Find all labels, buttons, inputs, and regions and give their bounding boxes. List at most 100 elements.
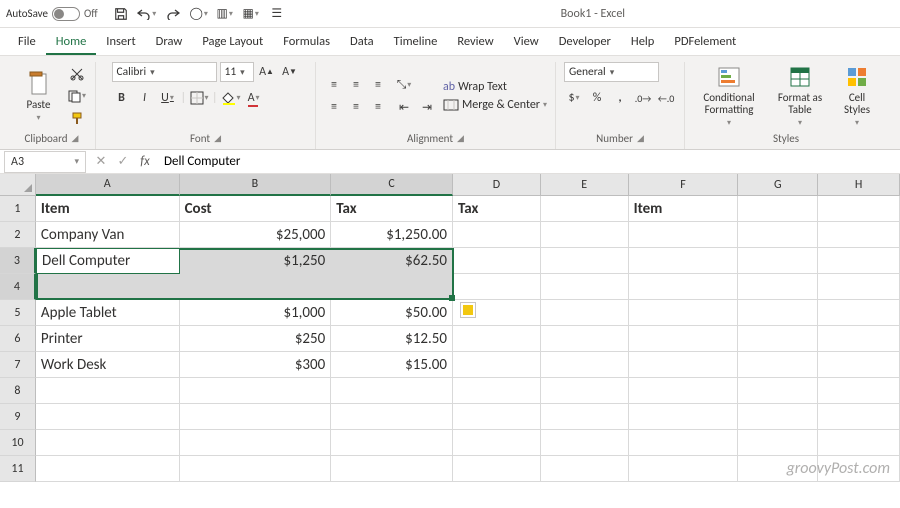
tab-help[interactable]: Help [621, 30, 664, 55]
col-header-H[interactable]: H [818, 174, 900, 196]
cell-D4[interactable] [453, 274, 541, 300]
name-box[interactable]: A3 [4, 151, 86, 173]
wrap-text-button[interactable]: ab Wrap Text [443, 80, 547, 94]
conditional-formatting-button[interactable]: Conditional Formatting ▾ [693, 62, 765, 130]
cell-H3[interactable] [818, 248, 900, 274]
enter-formula-button[interactable]: ✓ [112, 151, 134, 173]
cell-E6[interactable] [541, 326, 629, 352]
comma-button[interactable]: , [610, 88, 630, 108]
tab-home[interactable]: Home [46, 30, 97, 55]
col-header-C[interactable]: C [331, 174, 453, 196]
currency-button[interactable]: $ [564, 88, 584, 108]
align-right[interactable]: ≡ [368, 97, 388, 117]
cell-C7[interactable]: $15.00 [331, 352, 453, 378]
align-bottom[interactable]: ≡ [368, 75, 388, 95]
format-painter-button[interactable] [67, 108, 87, 128]
cell-E2[interactable] [541, 222, 629, 248]
cell-G4[interactable] [738, 274, 818, 300]
col-header-E[interactable]: E [541, 174, 629, 196]
cell-F4[interactable] [629, 274, 739, 300]
cell-E4[interactable] [541, 274, 629, 300]
row-header-9[interactable]: 9 [0, 404, 36, 430]
cell-F5[interactable] [629, 300, 739, 326]
align-left[interactable]: ≡ [324, 97, 344, 117]
cell-H7[interactable] [818, 352, 900, 378]
cell-F2[interactable] [629, 222, 739, 248]
tab-developer[interactable]: Developer [549, 30, 621, 55]
autosave-toggle[interactable] [52, 7, 80, 21]
tab-timeline[interactable]: Timeline [384, 30, 448, 55]
row-header-3[interactable]: 3 [0, 248, 36, 274]
cell-A1[interactable]: Item [36, 196, 180, 222]
tab-draw[interactable]: Draw [146, 30, 193, 55]
alignment-launcher[interactable]: ◢ [457, 133, 464, 144]
border-button[interactable] [189, 88, 209, 108]
cell-H4[interactable] [818, 274, 900, 300]
bold-button[interactable]: B [112, 88, 132, 108]
cell-C2[interactable]: $1,250.00 [331, 222, 453, 248]
cell-C1[interactable]: Tax [331, 196, 453, 222]
tab-data[interactable]: Data [340, 30, 384, 55]
align-top[interactable]: ≡ [324, 75, 344, 95]
cell-B2[interactable]: $25,000 [180, 222, 332, 248]
col-header-D[interactable]: D [453, 174, 541, 196]
cell-F6[interactable] [629, 326, 739, 352]
cell-G5[interactable] [738, 300, 818, 326]
cell-C6[interactable]: $12.50 [331, 326, 453, 352]
cell-D1[interactable]: Tax [453, 196, 541, 222]
font-size-select[interactable]: 11 [220, 62, 254, 82]
font-color-button[interactable]: A [244, 88, 264, 108]
redo-button[interactable] [162, 3, 184, 25]
cell-B1[interactable]: Cost [180, 196, 332, 222]
col-header-A[interactable]: A [36, 174, 180, 196]
increase-decimal-button[interactable]: .0→ [633, 88, 653, 108]
cell-A7[interactable]: Work Desk [36, 352, 180, 378]
cell-E5[interactable] [541, 300, 629, 326]
cell-B3[interactable]: $1,250 [180, 248, 332, 274]
insert-function-button[interactable]: fx [134, 151, 156, 173]
align-middle[interactable]: ≡ [346, 75, 366, 95]
cell-E7[interactable] [541, 352, 629, 378]
decrease-font-button[interactable]: A▼ [280, 62, 300, 82]
select-all-button[interactable] [0, 174, 36, 196]
save-icon[interactable] [110, 3, 132, 25]
decrease-decimal-button[interactable]: ←.0 [656, 88, 676, 108]
row-header-4[interactable]: 4 [0, 274, 36, 300]
cut-button[interactable] [67, 64, 87, 84]
cell-B7[interactable]: $300 [180, 352, 332, 378]
qat-extra-2[interactable]: ▥ [214, 3, 236, 25]
cell-B6[interactable]: $250 [180, 326, 332, 352]
cell-G3[interactable] [738, 248, 818, 274]
insert-options-tag[interactable] [460, 302, 476, 318]
tab-file[interactable]: File [8, 30, 46, 55]
paste-button[interactable]: Paste ▾ [17, 68, 61, 125]
cell-H6[interactable] [818, 326, 900, 352]
increase-font-button[interactable]: A▲ [257, 62, 277, 82]
indent-increase[interactable]: ⇥ [417, 97, 437, 117]
tab-formulas[interactable]: Formulas [273, 30, 340, 55]
cell-D3[interactable] [453, 248, 541, 274]
cell-C3[interactable]: $62.50 [331, 248, 453, 274]
font-launcher[interactable]: ◢ [214, 133, 221, 144]
qat-extra-1[interactable]: ◯ [188, 3, 210, 25]
cell-B5[interactable]: $1,000 [180, 300, 332, 326]
row-header-8[interactable]: 8 [0, 378, 36, 404]
cell-F1[interactable]: Item [629, 196, 739, 222]
cell-A2[interactable]: Company Van [36, 222, 180, 248]
cell-styles-button[interactable]: Cell Styles ▾ [835, 62, 879, 130]
tab-insert[interactable]: Insert [96, 30, 145, 55]
cell-H1[interactable] [818, 196, 900, 222]
percent-button[interactable]: % [587, 88, 607, 108]
cell-A4[interactable] [36, 274, 180, 300]
qat-extra-3[interactable]: ▦ [240, 3, 262, 25]
row-header-11[interactable]: 11 [0, 456, 36, 482]
number-format-select[interactable]: General [564, 62, 659, 82]
cell-B4[interactable] [180, 274, 332, 300]
autosave[interactable]: AutoSave Off [6, 7, 98, 21]
cell-D6[interactable] [453, 326, 541, 352]
col-header-B[interactable]: B [180, 174, 332, 196]
cell-F7[interactable] [629, 352, 739, 378]
cell-G1[interactable] [738, 196, 818, 222]
cell-G6[interactable] [738, 326, 818, 352]
undo-button[interactable] [136, 3, 158, 25]
